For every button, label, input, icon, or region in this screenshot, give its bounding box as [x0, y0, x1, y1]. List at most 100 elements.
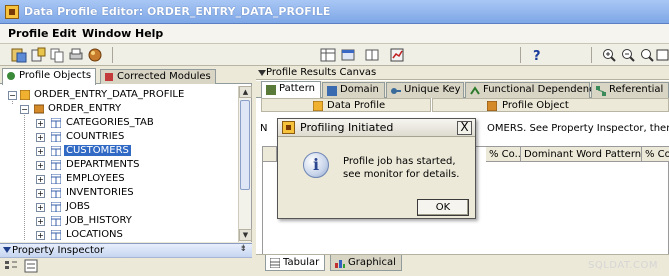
expand-icon[interactable]: + — [36, 189, 45, 198]
tab-domain-label: Domain — [340, 84, 379, 95]
info-icon: i — [303, 152, 329, 178]
toolbar-separator — [591, 47, 592, 63]
table-icon[interactable] — [320, 47, 336, 63]
fit-icon[interactable] — [639, 47, 655, 63]
tree-scrollbar[interactable]: ▲ ▼ — [238, 86, 252, 242]
window-title: Data Profile Editor: ORDER_ENTRY_DATA_PR… — [24, 5, 331, 18]
pin-icon[interactable]: ⇟ — [239, 244, 247, 254]
chart-icon — [335, 258, 345, 268]
tree-node-label: ORDER_ENTRY — [48, 103, 122, 114]
canvas-label: Profile Results Canvas — [266, 67, 377, 78]
ok-button[interactable]: OK — [417, 199, 469, 216]
tree-node-label: CUSTOMERS — [64, 145, 131, 156]
results-tab-strip: Pattern Domain Unique Key Functional Dep… — [256, 81, 669, 98]
tab-corrected-modules[interactable]: Corrected Modules — [100, 69, 216, 84]
tree-node-table[interactable]: + JOB_HISTORY — [0, 214, 238, 228]
tree-node-label: JOB_HISTORY — [66, 215, 132, 226]
tab-tabular[interactable]: Tabular — [265, 255, 326, 271]
table-icon — [50, 215, 62, 227]
tab-unique-key[interactable]: Unique Key — [386, 82, 464, 98]
close-button[interactable]: X — [457, 121, 472, 135]
tree-node-table[interactable]: + INVENTORIES — [0, 186, 238, 200]
expand-icon[interactable]: + — [36, 231, 45, 240]
title-bar: Data Profile Editor: ORDER_ENTRY_DATA_PR… — [0, 0, 669, 24]
tree-node-table[interactable]: + CATEGORIES_TAB — [0, 116, 238, 130]
property-inspector-header[interactable]: Property Inspector ⇟ — [0, 243, 252, 258]
profile-icon[interactable] — [11, 47, 27, 63]
tab-domain[interactable]: Domain — [322, 82, 385, 98]
expand-icon[interactable]: + — [36, 217, 45, 226]
tree-node-label: INVENTORIES — [66, 187, 134, 198]
expand-icon[interactable]: + — [36, 161, 45, 170]
menu-help[interactable]: Help — [135, 27, 163, 40]
scroll-down-icon[interactable]: ▼ — [239, 229, 252, 241]
module-icon — [33, 104, 45, 114]
expand-icon[interactable]: + — [36, 119, 45, 128]
menu-window[interactable]: Window — [82, 27, 131, 40]
table-icon — [50, 201, 62, 213]
status-message-prefix: N — [260, 123, 268, 134]
profile-objects-panel: Profile Objects Corrected Modules − ORDE… — [0, 67, 252, 242]
menu-profile[interactable]: Profile — [8, 27, 48, 40]
window-icon[interactable] — [340, 47, 356, 63]
object-tree: − ORDER_ENTRY_DATA_PROFILE − ORDER_ENTRY… — [0, 86, 238, 242]
grid-header-cell[interactable]: % Co... — [486, 147, 521, 162]
save-icon[interactable] — [30, 47, 46, 63]
dialog-title: Profiling Initiated — [300, 121, 394, 134]
wizard-icon[interactable] — [87, 47, 103, 63]
referential-icon — [596, 86, 606, 96]
scroll-up-icon[interactable]: ▲ — [239, 86, 252, 98]
menu-edit[interactable]: Edit — [52, 27, 76, 40]
sort-icon[interactable] — [4, 259, 20, 275]
tab-graphical-label: Graphical — [348, 257, 396, 268]
categorize-icon[interactable] — [24, 259, 40, 275]
help-icon[interactable]: ? — [529, 47, 545, 64]
monitor-icon[interactable] — [389, 47, 405, 63]
tabular-icon — [269, 257, 281, 269]
grid-header-cell[interactable]: % Co... — [642, 147, 669, 162]
dialog-title-bar[interactable]: Profiling Initiated X — [278, 119, 475, 137]
app-icon — [282, 121, 295, 134]
zoom-area-icon[interactable] — [656, 47, 669, 63]
tab-pattern[interactable]: Pattern — [261, 81, 321, 98]
print-icon[interactable] — [68, 47, 84, 63]
collapse-icon[interactable]: − — [8, 91, 17, 100]
tree-node-table[interactable]: + LOCATIONS — [0, 228, 238, 242]
tree-node-root[interactable]: − ORDER_ENTRY_DATA_PROFILE — [0, 88, 238, 102]
dialog-message: Profile job has started, see monitor for… — [343, 155, 459, 181]
tree-node-table[interactable]: + JOBS — [0, 200, 238, 214]
tree-node-table[interactable]: + COUNTRIES — [0, 130, 238, 144]
expand-icon[interactable]: + — [36, 147, 45, 156]
tree-node-table[interactable]: + EMPLOYEES — [0, 172, 238, 186]
copy-icon[interactable] — [49, 47, 65, 63]
tab-referential[interactable]: Referential — [591, 82, 669, 98]
tab-functional-dependency[interactable]: Functional Dependency — [465, 82, 601, 98]
collapse-arrow-icon[interactable] — [3, 247, 11, 253]
profile-object-header: Profile Object — [432, 98, 669, 112]
tab-graphical[interactable]: Graphical — [330, 255, 402, 271]
expand-icon[interactable]: + — [36, 203, 45, 212]
data-profile-icon — [312, 100, 324, 112]
table-icon — [50, 187, 62, 199]
tree-node-schema[interactable]: − ORDER_ENTRY — [0, 102, 238, 116]
table-icon — [50, 229, 62, 241]
zoom-out-icon[interactable] — [620, 47, 636, 63]
toolbar-separator — [520, 47, 521, 63]
left-tab-strip: Profile Objects Corrected Modules — [0, 67, 252, 85]
grid-header-cell[interactable]: Dominant Word Pattern — [521, 147, 642, 162]
expand-icon[interactable]: + — [36, 133, 45, 142]
tree-node-table-selected[interactable]: + CUSTOMERS — [0, 144, 238, 158]
split-icon[interactable] — [364, 47, 380, 63]
toolbar: ? — [0, 44, 669, 66]
data-profile-icon — [19, 89, 31, 101]
tree-node-table[interactable]: + DEPARTMENTS — [0, 158, 238, 172]
zoom-in-icon[interactable] — [601, 47, 617, 63]
collapse-icon[interactable]: − — [20, 105, 29, 114]
tab-profile-objects[interactable]: Profile Objects — [2, 68, 97, 85]
corrected-modules-icon — [104, 72, 114, 82]
table-icon — [50, 117, 62, 129]
svg-text:?: ? — [533, 49, 541, 63]
expand-icon[interactable]: + — [36, 175, 45, 184]
collapse-arrow-icon[interactable] — [258, 70, 266, 76]
scroll-thumb[interactable] — [240, 100, 250, 190]
